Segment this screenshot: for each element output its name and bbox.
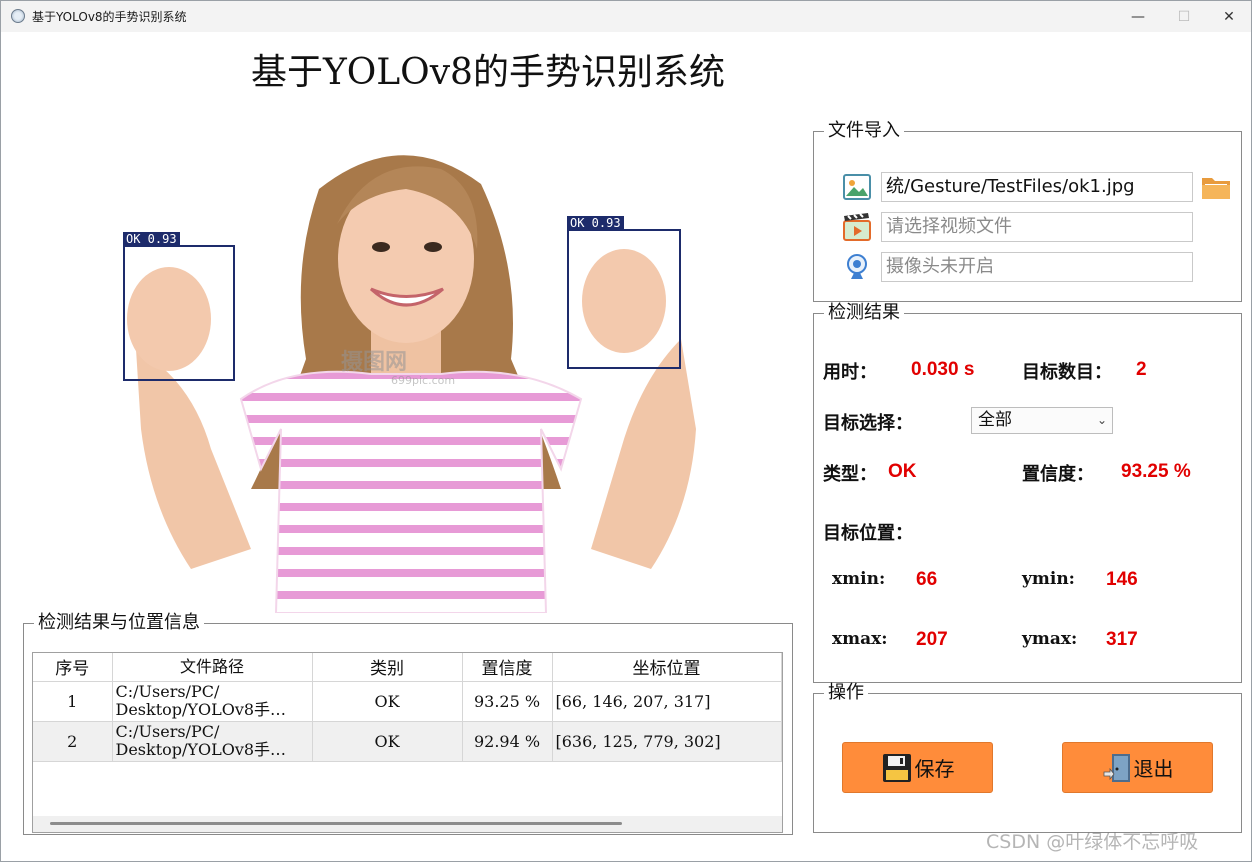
cell-path-line1: C:/Users/PC/ [115,722,220,741]
column-header-path[interactable]: 文件路径 [112,653,313,682]
video-path-field[interactable]: 请选择视频文件 [881,212,1193,242]
window-title: 基于YOLOv8的手势识别系统 [32,10,187,24]
maximize-button[interactable]: ☐ [1161,1,1207,32]
actions-title: 操作 [824,683,868,703]
time-value: 0.030 s [911,359,975,380]
type-label: 类型： [823,464,877,485]
cell-class: OK [312,721,463,762]
save-label: 保存 [914,757,955,781]
cell-class: OK [312,681,463,722]
detection-box-left: OK 0.93 [123,232,235,381]
exit-button[interactable]: 退出 [1062,742,1213,793]
exit-label: 退出 [1133,757,1174,781]
ymax-value: 317 [1106,629,1138,650]
cell-path-line2: Desktop/YOLOv8手… [115,700,287,719]
close-button[interactable]: ✕ [1206,1,1252,32]
cell-index: 1 [33,681,113,722]
target-select-value: 全部 [978,410,1012,430]
confidence-value: 93.25 % [1121,461,1191,482]
save-icon [881,752,913,784]
target-count-label: 目标数目： [1022,362,1112,383]
cell-confidence: 92.94 % [462,721,553,762]
type-value: OK [888,461,917,482]
target-select-label: 目标选择： [823,413,913,434]
confidence-label: 置信度： [1022,464,1094,485]
column-header-index[interactable]: 序号 [33,653,113,682]
result-title: 检测结果 [824,303,904,323]
column-header-confidence[interactable]: 置信度 [462,653,553,682]
table-row[interactable]: 2 C:/Users/PC/ Desktop/YOLOv8手… OK 92.94… [33,721,782,762]
camera-icon[interactable] [842,252,872,282]
cell-index: 2 [33,721,113,762]
image-path-field[interactable]: 统/Gesture/TestFiles/ok1.jpg [881,172,1193,202]
result-table-title: 检测结果与位置信息 [34,613,204,633]
exit-icon [1102,752,1132,784]
xmin-value: 66 [916,569,938,590]
title-bar: 基于YOLOv8的手势识别系统 — ☐ ✕ [1,1,1251,32]
target-position-label: 目标位置： [823,523,913,544]
time-label: 用时： [823,362,877,383]
chevron-down-icon: ⌄ [1096,413,1107,427]
cell-path: C:/Users/PC/ Desktop/YOLOv8手… [112,681,313,722]
image-icon[interactable] [842,172,872,202]
xmax-value: 207 [916,629,948,650]
result-table[interactable]: 序号 文件路径 类别 置信度 坐标位置 1 C:/Users/PC/ Deskt… [32,652,783,833]
image-watermark-sub: 699pic.com [391,374,456,387]
xmin-label: xmin: [832,569,886,589]
cell-position: [636, 125, 779, 302] [552,721,782,762]
image-watermark: 摄图网 [341,350,408,375]
minimize-button[interactable]: — [1115,1,1161,32]
table-row[interactable]: 1 C:/Users/PC/ Desktop/YOLOv8手… OK 93.25… [33,681,782,722]
csdn-watermark: CSDN @叶绿体不忘呼吸 [986,831,1199,853]
app-window: 基于YOLOv8的手势识别系统 — ☐ ✕ 基于YOLOv8的手势识别系统 OK… [0,0,1252,862]
file-import-title: 文件导入 [824,121,904,141]
camera-status-field[interactable]: 摄像头未开启 [881,252,1193,282]
horizontal-scrollbar[interactable] [33,816,782,832]
target-count-value: 2 [1136,359,1147,380]
save-button[interactable]: 保存 [842,742,993,793]
ymin-label: ymin: [1022,569,1075,589]
table-header-row: 序号 文件路径 类别 置信度 坐标位置 [33,653,782,682]
column-header-class[interactable]: 类别 [312,653,463,682]
detection-label: OK 0.93 [123,232,180,247]
column-header-position[interactable]: 坐标位置 [552,653,782,682]
target-select[interactable]: 全部 ⌄ [971,407,1113,434]
video-icon[interactable] [842,212,872,242]
cell-confidence: 93.25 % [462,681,553,722]
scrollbar-thumb[interactable] [50,822,622,825]
ymin-value: 146 [1106,569,1138,590]
detection-preview: OK 0.93 OK 0.93 摄图网 699pic.com [41,129,781,613]
cell-path-line1: C:/Users/PC/ [115,682,220,701]
cell-path-line2: Desktop/YOLOv8手… [115,740,287,759]
folder-icon[interactable] [1201,172,1231,202]
app-icon [11,9,25,23]
xmax-label: xmax: [832,629,888,649]
cell-position: [66, 146, 207, 317] [552,681,782,722]
detection-label: OK 0.93 [567,216,624,231]
cell-path: C:/Users/PC/ Desktop/YOLOv8手… [112,721,313,762]
ymax-label: ymax: [1022,629,1078,649]
detection-box-right: OK 0.93 [567,216,681,369]
page-title: 基于YOLOv8的手势识别系统 [251,52,725,93]
